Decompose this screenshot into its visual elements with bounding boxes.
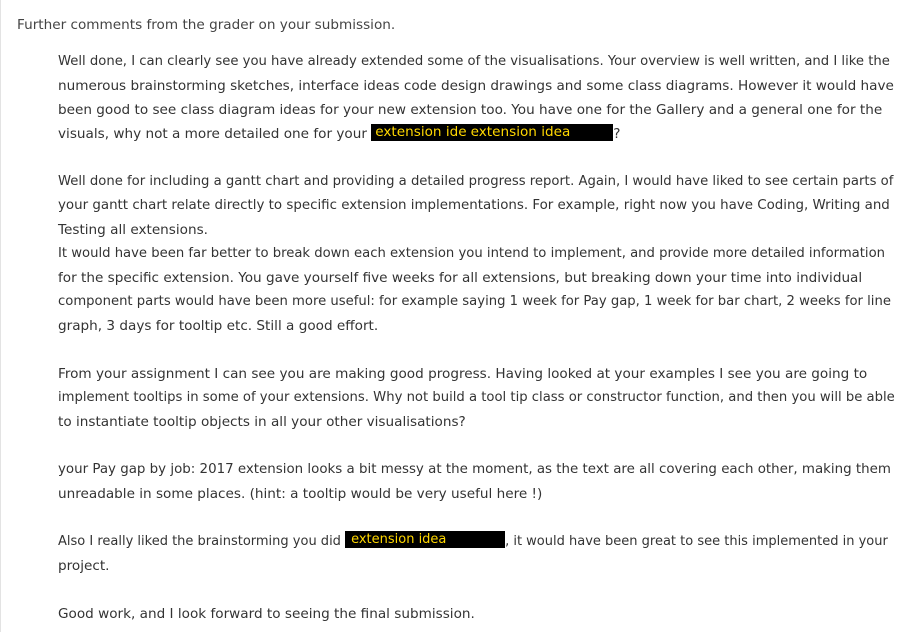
redacted-text: extension ide extension idea xyxy=(371,124,614,141)
paragraph-line: graph, 3 days for tooltip etc. Still a g… xyxy=(58,318,379,334)
paragraph-line: It would have been far better to break d… xyxy=(58,246,886,261)
comment-paragraph-2: Well done for including a gantt chart an… xyxy=(58,170,894,338)
comment-paragraph-5: Also I really liked the brainstorming yo… xyxy=(58,530,888,578)
paragraph-line: Well done for including a gantt chart an… xyxy=(58,174,894,189)
paragraph-line: Also I really liked the brainstorming yo… xyxy=(58,530,888,554)
comment-paragraph-4: your Pay gap by job: 2017 extension look… xyxy=(58,458,891,506)
comment-paragraph-6: Good work, and I look forward to seeing … xyxy=(58,602,888,626)
paragraph-line: for the specific extension. You gave you… xyxy=(58,270,863,286)
paragraph-line: Well done, I can clearly see you have al… xyxy=(58,54,890,69)
paragraph-line: visuals, why not a more detailed one for… xyxy=(58,122,888,146)
line-text: Also I really liked the brainstorming yo… xyxy=(58,534,346,549)
paragraph-line: implement tooltips in some of your exten… xyxy=(58,390,895,405)
comments-heading: Further comments from the grader on your… xyxy=(17,17,396,33)
paragraph-line: Testing all extensions. xyxy=(58,222,208,238)
comment-paragraph-3: From your assignment I can see you are m… xyxy=(58,362,895,434)
paragraph-line: component parts would have been more use… xyxy=(58,294,891,309)
redacted-label: extension idea xyxy=(351,532,447,547)
redacted-text: extension idea xyxy=(345,531,506,548)
paragraph-line: to instantiate tooltip objects in all yo… xyxy=(58,414,466,430)
left-border xyxy=(0,0,1,632)
paragraph-line: numerous brainstorming sketches, interfa… xyxy=(58,78,894,94)
paragraph-line: been good to see class diagram ideas for… xyxy=(58,102,883,118)
paragraph-line: unreadable in some places. (hint: a tool… xyxy=(58,486,543,502)
line-text: , it would have been great to see this i… xyxy=(505,534,888,549)
paragraph-line: Good work, and I look forward to seeing … xyxy=(58,606,475,622)
redacted-label-b: extension idea xyxy=(470,124,571,140)
redacted-label-a: extension ide xyxy=(375,124,467,140)
line-text: ? xyxy=(613,126,621,142)
paragraph-line: your Pay gap by job: 2017 extension look… xyxy=(58,462,891,477)
paragraph-line: your gantt chart relate directly to spec… xyxy=(58,198,890,213)
paragraph-line: From your assignment I can see you are m… xyxy=(58,366,868,382)
paragraph-line: project. xyxy=(58,558,110,574)
line-text: visuals, why not a more detailed one for… xyxy=(58,126,372,142)
comment-paragraph-1: Well done, I can clearly see you have al… xyxy=(58,50,894,146)
